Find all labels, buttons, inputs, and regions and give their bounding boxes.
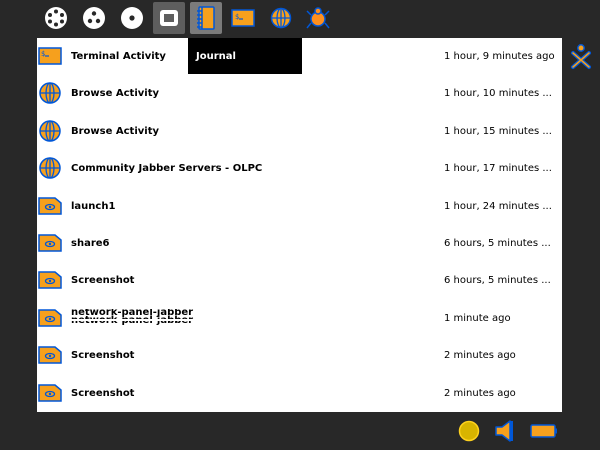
- browse-activity-icon[interactable]: [265, 2, 297, 34]
- battery-icon[interactable]: [530, 418, 557, 444]
- entry-title[interactable]: Screenshot: [71, 337, 134, 374]
- entry-title[interactable]: Screenshot: [71, 262, 134, 299]
- list-item[interactable]: share6 6 hours, 5 minutes ...: [37, 225, 562, 262]
- list-item[interactable]: launch1 1 hour, 24 minutes ...: [37, 188, 562, 225]
- list-item[interactable]: network-panel-jabber network-panel-jabbe…: [37, 300, 562, 337]
- entry-date: 1 minute ago: [444, 312, 511, 324]
- entry-date: 6 hours, 5 minutes ...: [444, 275, 551, 287]
- browse-globe-icon: [38, 156, 62, 180]
- entry-title[interactable]: launch1: [71, 188, 115, 225]
- journal-tooltip: Journal: [188, 38, 302, 74]
- entry-date: 1 hour, 24 minutes ...: [444, 200, 552, 212]
- list-item[interactable]: Screenshot 6 hours, 5 minutes ...: [37, 262, 562, 299]
- entry-title-editor[interactable]: network-panel-jabber network-panel-jabbe…: [71, 309, 201, 328]
- list-item[interactable]: Screenshot 2 minutes ago: [37, 375, 562, 412]
- entry-title[interactable]: share6: [71, 225, 110, 262]
- entry-date: 1 hour, 17 minutes ...: [444, 163, 552, 175]
- xo-buddy-icon[interactable]: [302, 2, 334, 34]
- entry-date: 1 hour, 15 minutes ...: [444, 125, 552, 137]
- entry-date: 2 minutes ago: [444, 350, 516, 362]
- document-icon: [38, 306, 62, 330]
- entry-date: 6 hours, 5 minutes ...: [444, 238, 551, 249]
- entry-title[interactable]: Browse Activity: [71, 113, 159, 150]
- document-icon: [38, 268, 62, 292]
- journal-icon[interactable]: [190, 2, 222, 34]
- entry-title[interactable]: Terminal Activity: [71, 38, 166, 75]
- entry-title[interactable]: network-panel-jabber: [71, 309, 193, 319]
- entry-title[interactable]: Browse Activity: [71, 75, 159, 112]
- list-item[interactable]: Community Jabber Servers - OLPC 1 hour, …: [37, 150, 562, 187]
- xo-owner-icon[interactable]: [567, 42, 595, 70]
- document-icon: [38, 194, 62, 218]
- svg-text:$: $: [235, 13, 239, 21]
- browse-globe-icon: [38, 119, 62, 143]
- terminal-icon: $: [38, 44, 62, 68]
- entry-date: 2 minutes ago: [444, 387, 516, 399]
- entry-date: 1 hour, 10 minutes ...: [444, 88, 552, 100]
- entry-date: 1 hour, 9 minutes ago: [444, 51, 555, 62]
- document-icon: [38, 231, 62, 255]
- list-item[interactable]: Browse Activity 1 hour, 10 minutes ...: [37, 75, 562, 112]
- document-icon: [38, 381, 62, 405]
- list-item[interactable]: Browse Activity 1 hour, 15 minutes ...: [37, 113, 562, 150]
- zoom-activity-icon[interactable]: [153, 2, 185, 34]
- zoom-neighborhood-icon[interactable]: [40, 2, 72, 34]
- entry-title[interactable]: Community Jabber Servers - OLPC: [71, 150, 262, 187]
- volume-speaker-icon[interactable]: [492, 418, 518, 444]
- list-item[interactable]: Screenshot 2 minutes ago: [37, 337, 562, 374]
- entry-title[interactable]: Screenshot: [71, 375, 134, 412]
- svg-text:$: $: [41, 50, 45, 58]
- document-icon: [38, 343, 62, 367]
- terminal-activity-icon[interactable]: $: [227, 2, 259, 34]
- journal-list: $ Terminal Activity 1 hour, 9 minutes ag…: [37, 38, 562, 412]
- network-indicator-icon[interactable]: [456, 418, 482, 444]
- frame-top-bar: $: [0, 0, 600, 38]
- browse-globe-icon: [38, 81, 62, 105]
- zoom-home-icon[interactable]: [116, 2, 148, 34]
- zoom-group-icon[interactable]: [78, 2, 110, 34]
